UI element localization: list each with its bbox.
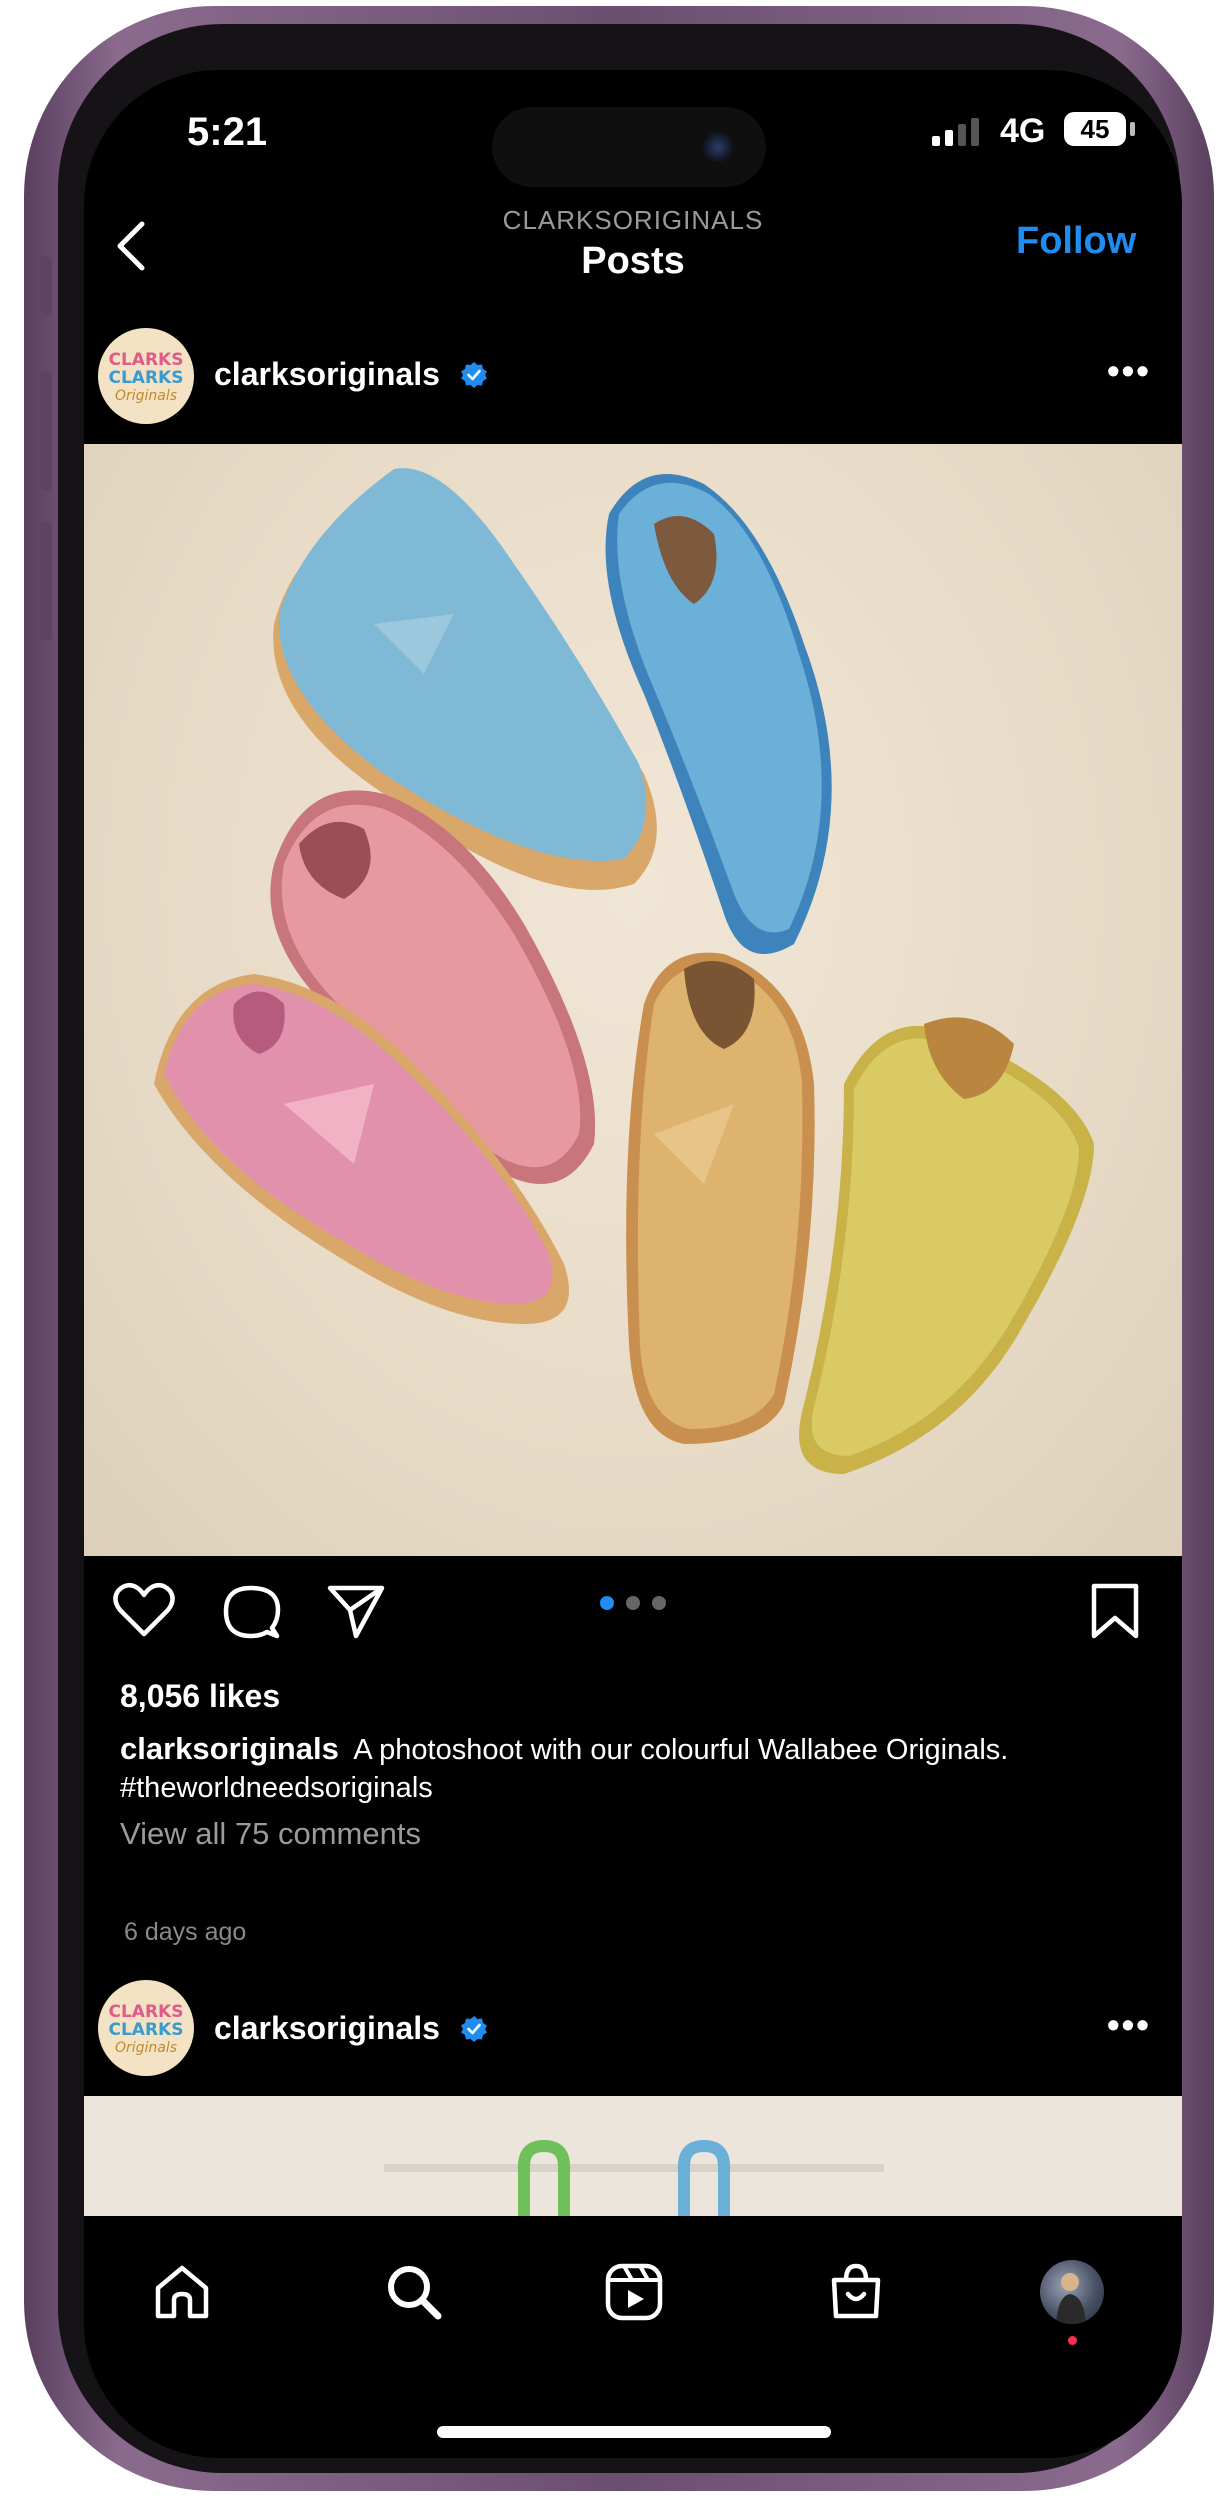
dynamic-island (492, 107, 766, 187)
view-comments-link[interactable]: View all 75 comments (120, 1816, 421, 1852)
phone-screen: 5:21 4G 45 CLARKSORIGINALS Posts Follow … (84, 70, 1182, 2458)
next-more-options-icon[interactable]: ••• (1107, 2004, 1151, 2046)
next-photo-preview (384, 2139, 884, 2216)
battery-tip (1130, 122, 1135, 136)
next-post-avatar[interactable]: CLARKS CLARKS Originals (98, 1980, 194, 2076)
battery-indicator: 45 (1064, 112, 1126, 146)
post-image[interactable] (84, 444, 1182, 1556)
home-indicator[interactable] (437, 2426, 831, 2438)
heart-icon[interactable] (112, 1580, 176, 1640)
front-camera (703, 132, 733, 162)
carousel-dot (652, 1596, 666, 1610)
avatar-logo-line3: Originals (114, 388, 178, 404)
avatar-logo-line3: Originals (114, 2040, 178, 2056)
reels-icon[interactable] (602, 2260, 666, 2324)
post-username[interactable]: clarksoriginals (214, 356, 440, 393)
post-timestamp: 6 days ago (124, 1918, 247, 1946)
signal-icon (932, 118, 979, 146)
caption-text: A photoshoot with our colourful Wallabee… (353, 1734, 1009, 1766)
avatar-logo-line2: CLARKS (108, 2020, 184, 2040)
network-type: 4G (1000, 112, 1046, 150)
tan-wallabee-shape (626, 952, 815, 1444)
bookmark-icon[interactable] (1086, 1580, 1144, 1642)
action-button (40, 256, 52, 316)
caption-username[interactable]: clarksoriginals (120, 1731, 339, 1766)
profile-avatar[interactable] (1040, 2260, 1104, 2324)
caption-hashtag[interactable]: #theworldneedsoriginals (120, 1772, 433, 1804)
verified-badge-icon (461, 2016, 487, 2042)
avatar-logo-line2: CLARKS (108, 368, 184, 388)
carousel-dot (600, 1596, 614, 1610)
status-time: 5:21 (187, 110, 268, 154)
likes-count[interactable]: 8,056 likes (120, 1678, 280, 1715)
shop-icon[interactable] (824, 2260, 888, 2324)
avatar-logo-line1: CLARKS (108, 350, 184, 370)
share-icon[interactable] (324, 1580, 388, 1642)
blue-boot-right-shape (605, 474, 832, 954)
bottom-tab-bar (84, 2216, 1182, 2458)
search-icon[interactable] (382, 2260, 446, 2324)
comment-icon[interactable] (220, 1580, 282, 1642)
next-post-username[interactable]: clarksoriginals (214, 2010, 440, 2047)
volume-up-button (40, 371, 52, 491)
carousel-dot (626, 1596, 640, 1610)
profile-photo (1056, 2273, 1086, 2324)
volume-down-button (40, 521, 52, 641)
post-caption: clarksoriginals A photoshoot with our co… (120, 1730, 1160, 1807)
more-options-icon[interactable]: ••• (1107, 350, 1151, 392)
home-icon[interactable] (150, 2260, 214, 2324)
carousel-indicator (600, 1596, 666, 1610)
post-avatar[interactable]: CLARKS CLARKS Originals (98, 328, 194, 424)
yellow-wallabee-shape (799, 1017, 1094, 1474)
verified-badge-icon (461, 362, 487, 388)
avatar-logo-line1: CLARKS (108, 2002, 184, 2022)
shoes-photo (154, 468, 1094, 1474)
follow-button[interactable]: Follow (1016, 220, 1136, 263)
next-post-image[interactable] (84, 2096, 1182, 2216)
notification-dot (1068, 2336, 1077, 2345)
